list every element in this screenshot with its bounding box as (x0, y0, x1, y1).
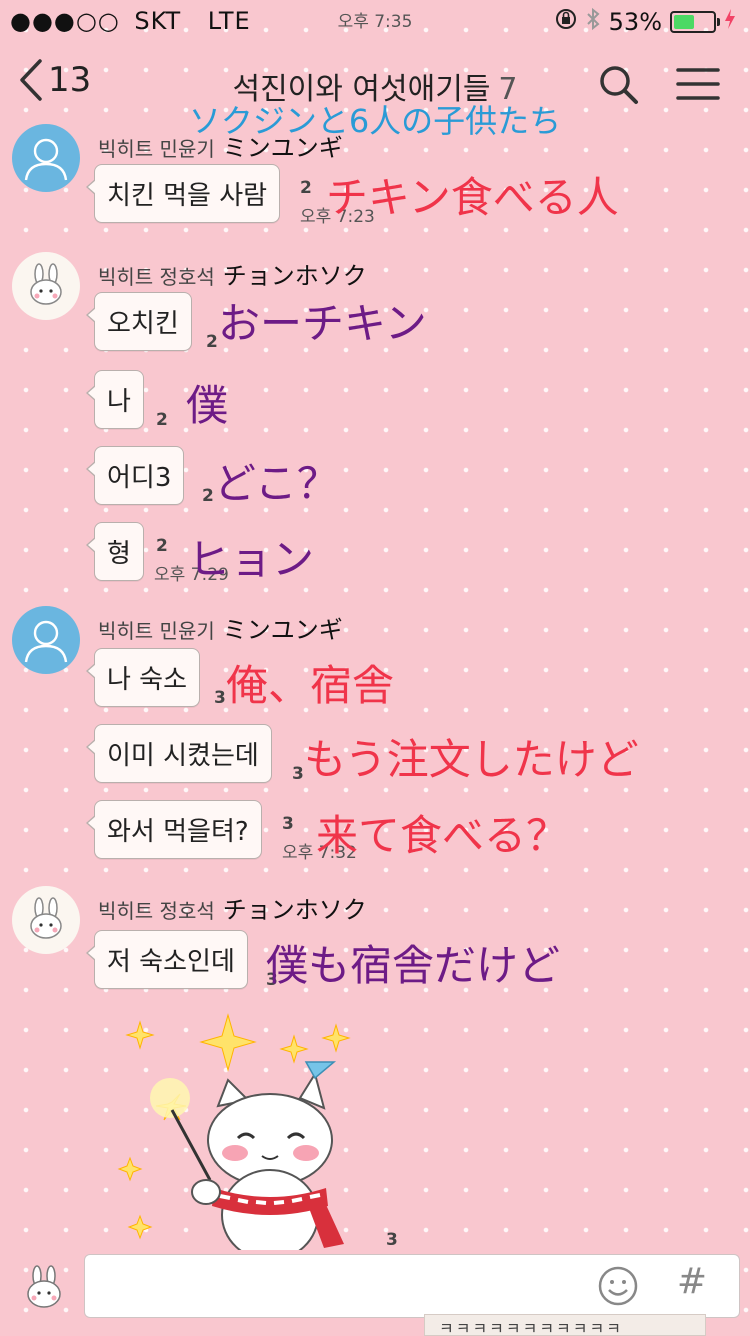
header-actions (596, 62, 720, 110)
status-bar: ●●●○○ SKT LTE 오후 7:35 53% (0, 0, 750, 42)
unread-count: 3 (386, 1230, 398, 1250)
avatar[interactable] (12, 124, 80, 192)
message-bubble[interactable]: 어디3 (85, 446, 185, 505)
message-bubble[interactable]: 와서 먹을텨? (86, 800, 262, 859)
bunny-avatar-icon (30, 897, 62, 939)
message-bubble[interactable]: 나 (86, 370, 144, 429)
unread-count: 2 (156, 536, 168, 556)
default-profile-icon (24, 620, 68, 663)
translation-overlay: チキン食べる人 (326, 173, 619, 222)
bunny-emoticon-icon (27, 1265, 61, 1308)
unread-count: 3 (292, 764, 304, 784)
keyboard-preview: ㅋㅋㅋㅋㅋㅋㅋㅋㅋㅋㅋ (424, 1314, 706, 1336)
message-bubble[interactable]: 오치킨 (86, 292, 192, 351)
sender-name: 빅히트 정호석 チョンホソク (98, 896, 367, 924)
battery-percent: 53% (608, 8, 662, 36)
message-bubble[interactable]: 치킨 먹을 사람 (85, 164, 281, 223)
battery-icon (670, 11, 720, 33)
default-profile-icon (24, 138, 68, 181)
unread-count: 3 (214, 688, 226, 708)
message-input[interactable]: # (84, 1254, 740, 1318)
rotation-lock-icon (555, 8, 577, 36)
status-right: 53% (555, 7, 736, 37)
sender-name: 빅히트 민윤기 ミンユンギ (98, 134, 343, 162)
translation-overlay: どこ？ (214, 459, 339, 508)
translation-overlay: 来て食べる？ (316, 811, 569, 860)
translation-overlay: もう注文したけど (304, 735, 639, 784)
message-bubble[interactable]: 형 (86, 522, 144, 581)
sender-translation: ミンユンギ (222, 134, 343, 162)
sender-name: 빅히트 정호석 チョンホソク (98, 262, 367, 290)
translation-overlay: ヒョン (188, 535, 315, 584)
emoticon-button[interactable] (22, 1264, 66, 1314)
translation-overlay: おーチキン (218, 299, 427, 348)
translation-overlay: 俺、宿舎 (226, 661, 395, 710)
hashtag-button[interactable]: # (677, 1261, 707, 1302)
chat-header: 13 석진이와 여섯애기들 7 ソクジンと6人の子供たち (0, 42, 750, 140)
sender-name: 빅히트 민윤기 ミンユンギ (98, 616, 343, 644)
message-bubble[interactable]: 이미 시켰는데 (86, 724, 272, 783)
unread-count: 2 (206, 332, 218, 352)
cat-sparkler-sticker[interactable] (110, 1010, 390, 1261)
unread-count: 2 (156, 410, 168, 430)
translation-overlay: 僕も宿舎だけど (266, 941, 561, 990)
translation-overlay: 僕 (186, 381, 229, 430)
unread-count: 2 (202, 486, 214, 506)
sender-translation: チョンホソク (222, 262, 367, 290)
menu-icon[interactable] (676, 66, 720, 106)
charging-icon (724, 8, 736, 36)
unread-count: 2 (300, 178, 312, 198)
sender-translation: ミンユンギ (222, 616, 343, 644)
smile-icon[interactable] (597, 1265, 639, 1311)
message-bubble[interactable]: 저 숙소인데 (86, 930, 248, 989)
battery-fill (674, 15, 695, 29)
cat-icon (191, 1061, 344, 1261)
avatar[interactable] (12, 606, 80, 674)
avatar[interactable] (12, 252, 80, 320)
message-bubble[interactable]: 나 숙소 (85, 648, 201, 707)
bluetooth-icon (585, 7, 601, 37)
avatar[interactable] (12, 886, 80, 954)
search-icon[interactable] (596, 62, 640, 110)
sender-translation: チョンホソク (222, 896, 367, 924)
bunny-avatar-icon (30, 263, 62, 305)
unread-count: 3 (282, 814, 294, 834)
